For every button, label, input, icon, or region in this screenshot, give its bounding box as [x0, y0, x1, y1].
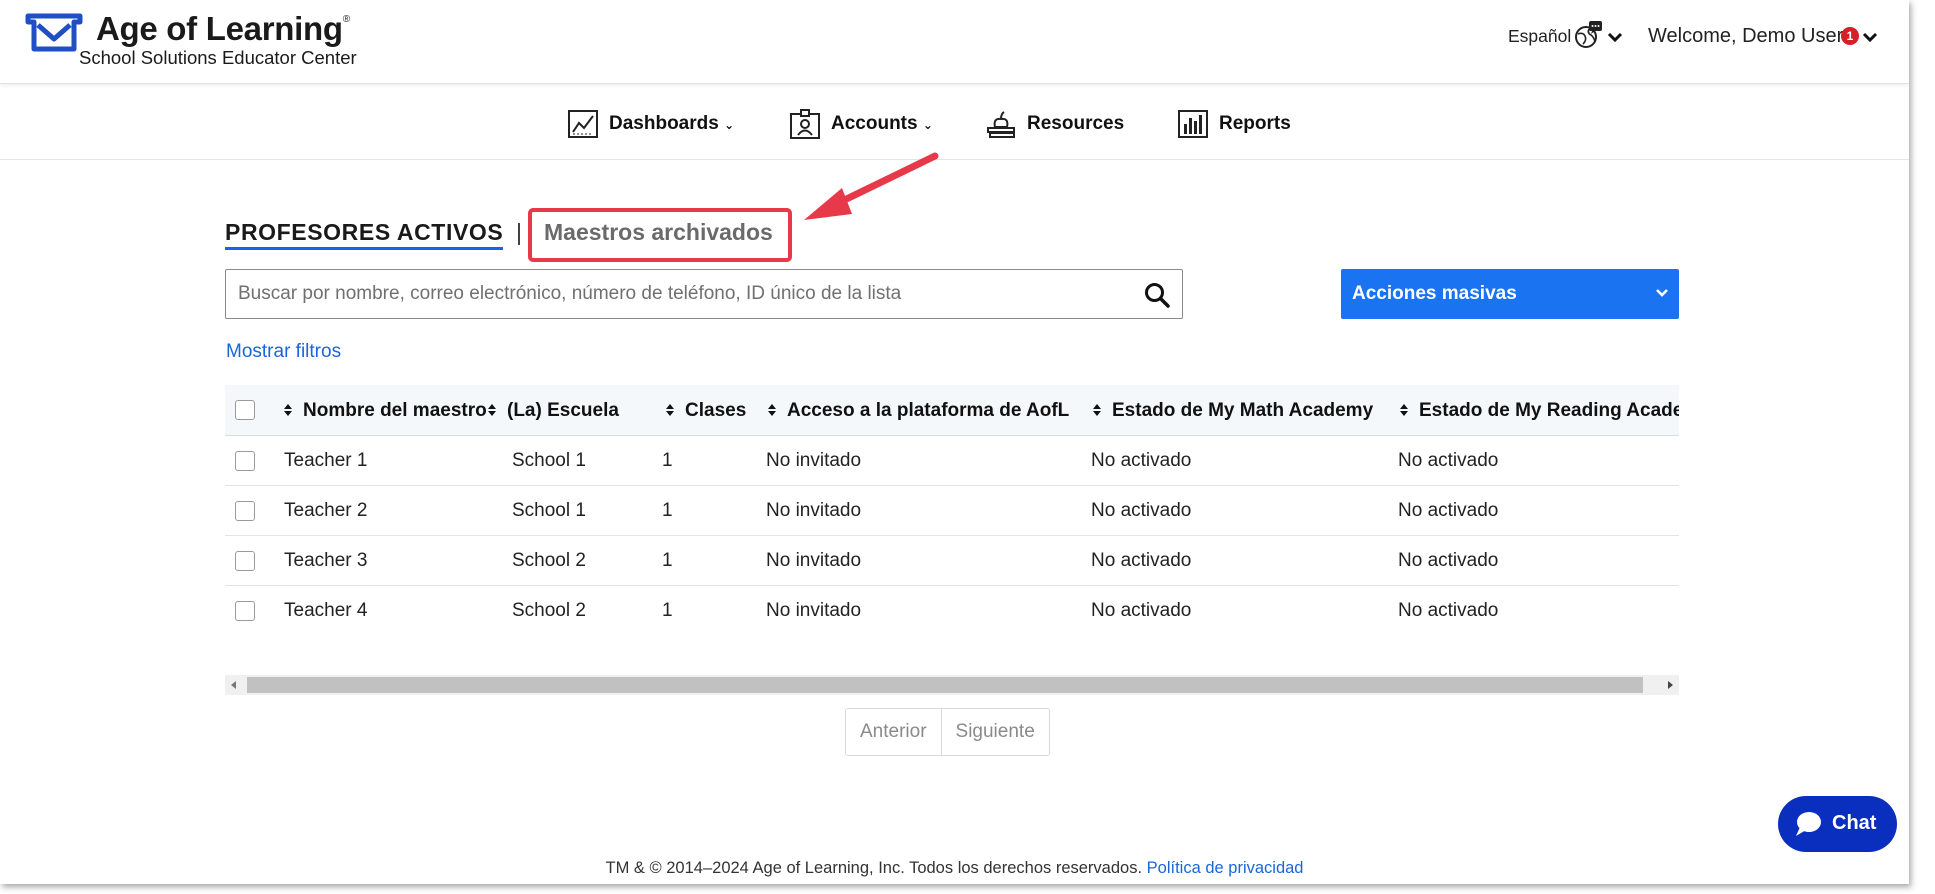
privacy-policy-link[interactable]: Política de privacidad	[1147, 859, 1304, 877]
cell-math-status: No activado	[1091, 450, 1192, 471]
cell-reading-status: No activado	[1398, 500, 1499, 521]
row-checkbox[interactable]	[235, 551, 255, 571]
cell-school: School 2	[512, 550, 586, 571]
cell-classes: 1	[662, 500, 673, 521]
cell-teacher-name[interactable]: Teacher 2	[284, 500, 367, 522]
cell-teacher-name[interactable]: Teacher 1	[284, 450, 367, 472]
sort-icon	[666, 404, 674, 416]
cell-platform-access: No invitado	[766, 600, 862, 621]
cell-teacher-name[interactable]: Teacher 4	[284, 600, 367, 622]
teachers-table: Nombre del maestro (La) Escuela Clases A…	[225, 385, 1679, 675]
column-header-classes[interactable]: Clases	[665, 400, 746, 422]
annotation-highlight-box	[528, 208, 792, 262]
tab-active-teachers[interactable]: PROFESORES ACTIVOS	[225, 219, 504, 250]
scroll-left-arrow-icon[interactable]	[229, 680, 239, 690]
table-row[interactable]: Teacher 4 School 2 1 No invitado No acti…	[225, 586, 1679, 636]
chat-button[interactable]: Chat	[1778, 796, 1897, 852]
chevron-down-icon	[1656, 289, 1668, 297]
welcome-user-menu[interactable]: Welcome, Demo User	[1648, 25, 1843, 48]
logo-icon[interactable]	[25, 13, 83, 53]
column-header-reading-status[interactable]: Estado de My Reading Academy	[1399, 400, 1679, 422]
cell-platform-access: No invitado	[766, 450, 862, 471]
row-checkbox[interactable]	[235, 601, 255, 621]
id-card-icon	[790, 109, 820, 139]
annotation-arrow-icon	[804, 152, 939, 220]
copyright-text: TM & © 2014–2024 Age of Learning, Inc. T…	[605, 859, 1143, 877]
bar-chart-icon	[1178, 110, 1208, 138]
cell-platform-access: No invitado	[766, 550, 862, 571]
row-checkbox[interactable]	[235, 451, 255, 471]
search-box	[225, 269, 1183, 319]
chat-label: Chat	[1832, 812, 1877, 834]
tab-separator: |	[516, 219, 522, 245]
scrollbar-thumb[interactable]	[247, 677, 1643, 693]
column-header-teacher-name[interactable]: Nombre del maestro	[283, 400, 487, 422]
registered-mark: ®	[342, 14, 350, 25]
brand-title[interactable]: Age of Learning®	[96, 10, 350, 48]
search-icon[interactable]	[1144, 282, 1170, 308]
cell-school: School 2	[512, 600, 586, 621]
nav-dashboards-label: Dashboards ⌄	[609, 113, 735, 134]
previous-page-button[interactable]: Anterior	[846, 709, 942, 755]
column-header-school[interactable]: (La) Escuela	[487, 400, 619, 422]
cell-math-status: No activado	[1091, 550, 1192, 571]
table-row[interactable]: Teacher 1 School 1 1 No invitado No acti…	[225, 436, 1679, 486]
pagination: Anterior Siguiente	[845, 708, 1050, 756]
language-selector-label[interactable]: Español	[1508, 26, 1571, 47]
sort-icon	[488, 404, 496, 416]
cell-school: School 1	[512, 450, 586, 471]
sort-icon	[1400, 404, 1408, 416]
table-header: Nombre del maestro (La) Escuela Clases A…	[225, 385, 1679, 436]
bulk-actions-dropdown[interactable]: Acciones masivas	[1341, 269, 1679, 319]
show-filters-link[interactable]: Mostrar filtros	[226, 341, 341, 363]
cell-classes: 1	[662, 550, 673, 571]
sort-icon	[284, 404, 292, 416]
language-chevron-down-icon[interactable]	[1607, 31, 1623, 43]
cell-school: School 1	[512, 500, 586, 521]
nav-resources-label: Resources	[1027, 113, 1125, 134]
chat-bubble-icon	[1796, 812, 1821, 836]
top-header: Age of Learning® School Solutions Educat…	[0, 0, 1909, 84]
column-header-platform-access[interactable]: Acceso a la plataforma de AofL	[767, 400, 1069, 422]
cell-reading-status: No activado	[1398, 450, 1499, 471]
chevron-down-icon: ⌄	[724, 118, 735, 132]
cell-teacher-name[interactable]: Teacher 3	[284, 550, 367, 572]
scroll-right-arrow-icon[interactable]	[1665, 680, 1675, 690]
app-window: Age of Learning® School Solutions Educat…	[0, 0, 1909, 884]
notification-badge[interactable]: 1	[1841, 27, 1859, 45]
table-row[interactable]: Teacher 3 School 2 1 No invitado No acti…	[225, 536, 1679, 586]
cell-math-status: No activado	[1091, 600, 1192, 621]
footer: TM & © 2014–2024 Age of Learning, Inc. T…	[0, 859, 1909, 878]
column-header-math-status[interactable]: Estado de My Math Academy	[1092, 400, 1373, 422]
search-input[interactable]	[226, 270, 1116, 318]
nav-reports-label: Reports	[1219, 113, 1291, 134]
cell-math-status: No activado	[1091, 500, 1192, 521]
books-apple-icon	[987, 111, 1015, 138]
user-chevron-down-icon[interactable]	[1862, 31, 1878, 43]
sort-icon	[1093, 404, 1101, 416]
row-checkbox[interactable]	[235, 501, 255, 521]
sort-icon	[768, 404, 776, 416]
chevron-down-icon: ⌄	[922, 118, 933, 132]
table-horizontal-scrollbar[interactable]	[225, 675, 1679, 695]
select-all-checkbox[interactable]	[235, 400, 255, 420]
nav-accounts-label: Accounts ⌄	[831, 113, 933, 134]
next-page-button[interactable]: Siguiente	[942, 709, 1049, 755]
table-row[interactable]: Teacher 2 School 1 1 No invitado No acti…	[225, 486, 1679, 536]
bulk-actions-label: Acciones masivas	[1352, 283, 1517, 304]
cell-reading-status: No activado	[1398, 550, 1499, 571]
main-nav: Dashboards ⌄ Accounts ⌄ Resources Report…	[0, 84, 1909, 160]
globe-chat-icon[interactable]	[1573, 20, 1603, 50]
brand-subtitle: School Solutions Educator Center	[79, 47, 357, 68]
cell-classes: 1	[662, 450, 673, 471]
cell-platform-access: No invitado	[766, 500, 862, 521]
chart-line-icon	[568, 110, 598, 138]
cell-reading-status: No activado	[1398, 600, 1499, 621]
cell-classes: 1	[662, 600, 673, 621]
